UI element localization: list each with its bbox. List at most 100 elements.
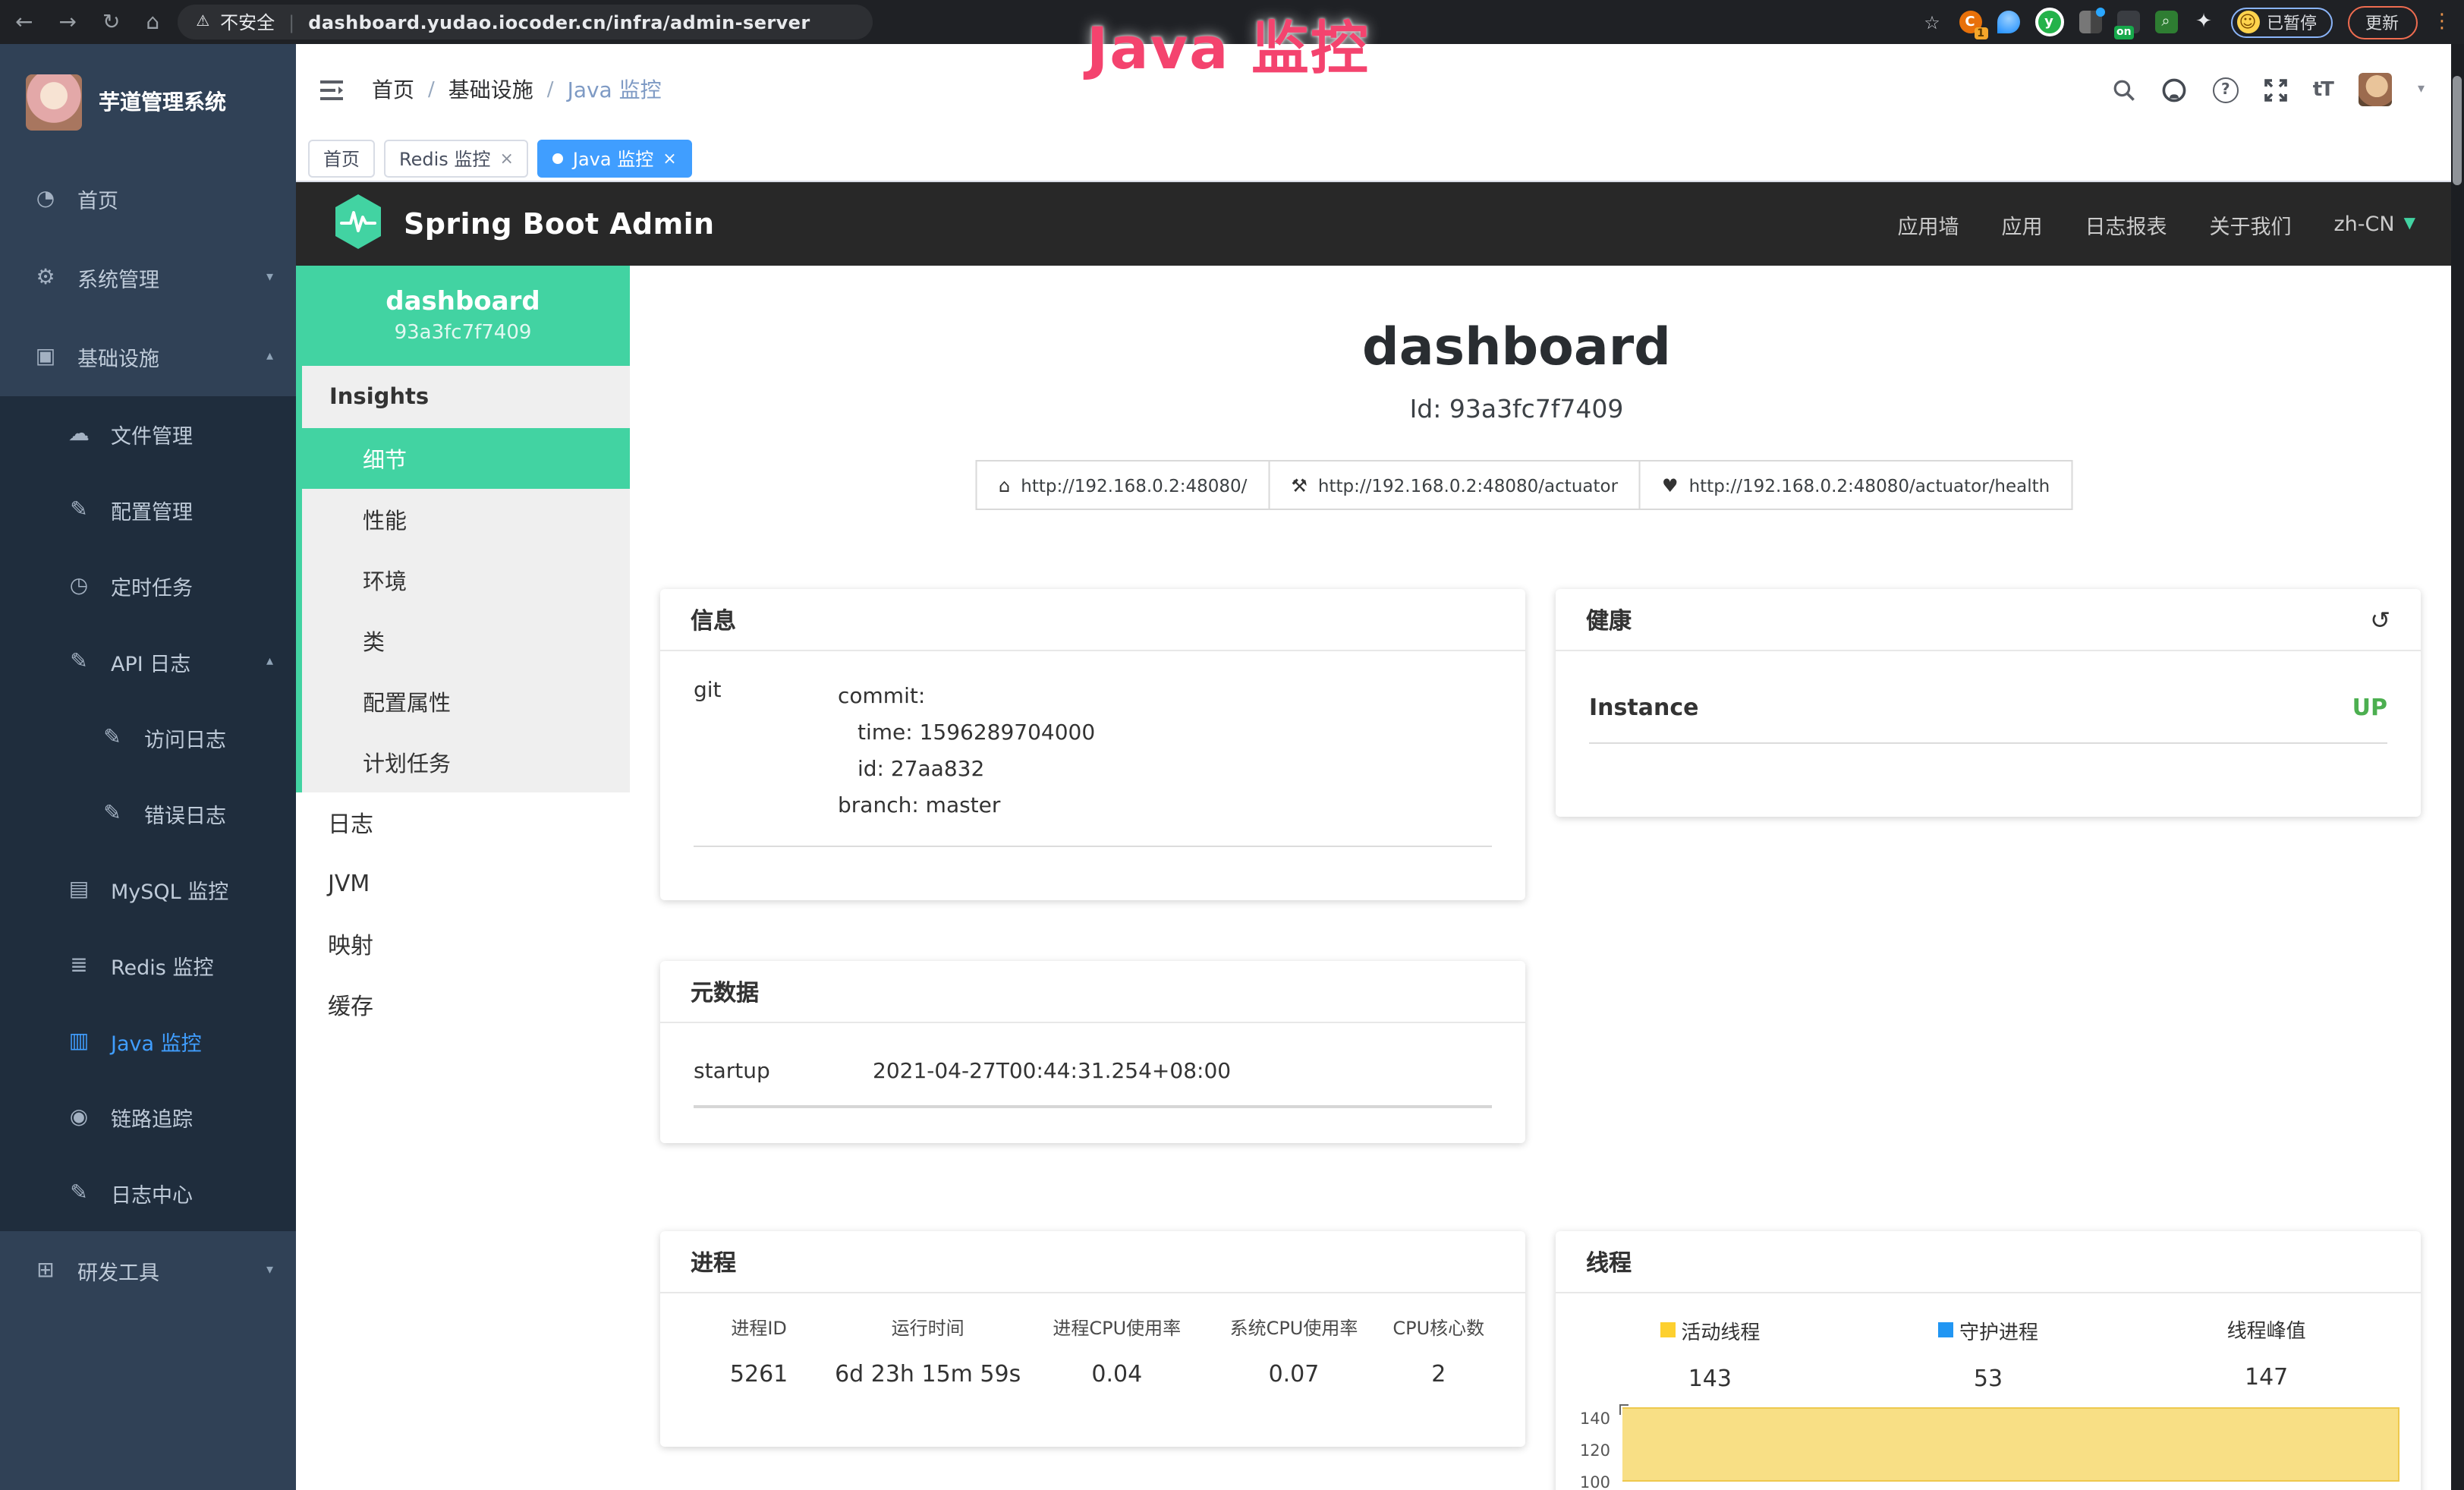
access-log-icon: ✎ [100,726,124,750]
extension-colorzilla-icon[interactable]: C1 [1959,11,1981,33]
sba-nav-wallboard[interactable]: 应用墙 [1898,209,1959,239]
infrastructure-icon: ▣ [33,345,58,369]
sba-menu-caches[interactable]: 缓存 [296,975,630,1035]
main-area: 首页 / 基础设施 / Java 监控 ? [296,44,2464,1490]
sidebar-item-devtools[interactable]: ⊞ 研发工具 ▾ [0,1231,296,1310]
sba-menu-environment[interactable]: 环境 [302,550,630,610]
sidebar-item-mysql-monitor[interactable]: ▤ MySQL 监控 [0,852,296,928]
browser-actions: ☆ C1 y on ⌕ ✦ ☺ 已暂停 更新 ⋮ [1921,5,2464,39]
chevron-down-icon: ▾ [266,1263,273,1278]
breadcrumb-separator: / [547,78,554,101]
address-bar[interactable]: ⚠ 不安全 | dashboard.yudao.iocoder.cn/infra… [178,5,873,39]
git-commit-line: commit: [838,685,925,709]
help-icon[interactable]: ? [2213,77,2239,102]
divider [694,1105,1492,1108]
tab-java-monitor[interactable]: Java 监控 × [538,139,692,177]
app-logo-image [26,74,82,130]
sidebar-item-label: 定时任务 [111,571,193,601]
extension-y-icon[interactable]: y [2034,8,2063,36]
page-scrollbar[interactable] [2450,44,2464,1490]
bookmark-star-icon[interactable]: ☆ [1921,11,1943,33]
breadcrumb-current: Java 监控 [568,74,662,105]
chevron-down-icon: ▾ [266,270,273,285]
sba-menu-jvm[interactable]: JVM [296,853,630,914]
forward-icon[interactable]: → [58,10,76,34]
user-avatar[interactable] [2359,73,2392,106]
app-logo-row[interactable]: 芋道管理系统 [0,44,296,159]
sba-menu-scheduled-tasks[interactable]: 计划任务 [302,732,630,792]
git-time-line: time: 1596289704000 [838,715,1095,751]
wrench-icon: ⚒ [1291,474,1308,496]
sba-locale-select[interactable]: zh-CN ▼ [2334,212,2416,236]
sidebar-item-label: 链路追踪 [111,1102,193,1132]
extension-grid-icon[interactable] [2079,11,2101,33]
github-icon[interactable] [2161,77,2187,102]
not-secure-label: 不安全 [220,9,275,35]
sba-nav-journal[interactable]: 日志报表 [2085,209,2167,239]
actuator-url-link[interactable]: ⚒ http://192.168.0.2:48080/actuator [1268,460,1641,510]
search-icon[interactable] [2113,78,2135,101]
sba-menu-classes[interactable]: 类 [302,610,630,671]
health-url-link[interactable]: ♥ http://192.168.0.2:48080/actuator/heal… [1639,460,2072,510]
sidebar-item-infrastructure[interactable]: ▣ 基础设施 ▴ [0,317,296,396]
home-icon[interactable]: ⌂ [146,10,159,34]
extension-magnifier-icon[interactable]: ⌕ [2154,11,2177,33]
on-badge: on [2113,26,2135,39]
font-size-icon[interactable]: tT [2313,78,2333,101]
back-icon[interactable]: ← [15,10,33,34]
sidebar-item-home[interactable]: ◔ 首页 [0,159,296,238]
sidebar-item-trace[interactable]: ◉ 链路追踪 [0,1079,296,1155]
link-url: http://192.168.0.2:48080/ [1021,474,1247,496]
health-history-icon[interactable]: ↺ [2370,605,2390,634]
legend-label: 守护进程 [1959,1315,2038,1344]
sidebar-item-scheduled-jobs[interactable]: ◷ 定时任务 [0,548,296,624]
sba-menu-metrics[interactable]: 性能 [302,489,630,550]
sba-menu-mappings[interactable]: 映射 [296,914,630,975]
user-caret-down-icon[interactable]: ▾ [2418,82,2425,97]
sba-menu-logging[interactable]: 日志 [296,792,630,853]
reload-icon[interactable]: ↻ [102,10,120,34]
extensions-puzzle-icon[interactable]: ✦ [2192,11,2215,33]
sba-brand[interactable]: Spring Boot Admin [404,207,715,241]
git-branch-line: branch: master [838,794,1000,818]
sidebar-item-java-monitor[interactable]: ▥ Java 监控 [0,1003,296,1079]
scrollbar-thumb[interactable] [2453,76,2462,185]
extension-pin-icon[interactable] [1997,11,2019,33]
sidebar-item-label: Java 监控 [111,1026,202,1057]
spring-boot-admin: Spring Boot Admin 应用墙 应用 日志报表 关于我们 zh-CN… [296,182,2464,1490]
browser-menu-icon[interactable]: ⋮ [2432,11,2452,33]
tab-home[interactable]: 首页 [308,139,375,177]
divider [694,846,1492,847]
sidebar-item-redis-monitor[interactable]: ≣ Redis 监控 [0,928,296,1003]
collapse-sidebar-icon[interactable] [296,78,357,101]
fullscreen-icon[interactable] [2264,78,2287,101]
instance-header[interactable]: dashboard 93a3fc7f7409 [296,266,630,366]
breadcrumb-home[interactable]: 首页 [372,74,414,105]
sidebar-item-system-mgmt[interactable]: ⚙ 系统管理 ▾ [0,238,296,317]
health-instance-row[interactable]: Instance UP [1556,651,2421,721]
sidebar-item-file-mgmt[interactable]: ☁ 文件管理 [0,396,296,472]
chrome-update-button[interactable]: 更新 [2347,5,2417,39]
sba-nav-applications[interactable]: 应用 [2002,209,2043,239]
extension-switch-icon[interactable]: on [2116,11,2139,33]
instance-id-line: Id: 93a3fc7f7409 [630,395,2403,424]
close-tab-icon[interactable]: × [662,148,676,168]
sba-menu-config-props[interactable]: 配置属性 [302,671,630,732]
process-col-pid: 进程ID 5261 [691,1315,827,1388]
profile-paused-pill[interactable]: ☺ 已暂停 [2230,7,2332,37]
sidebar-item-error-logs[interactable]: ✎ 错误日志 [0,776,296,852]
sidebar-item-label: MySQL 监控 [111,874,228,905]
live-threads-area [1622,1407,2399,1481]
close-tab-icon[interactable]: × [499,148,513,168]
breadcrumb-infrastructure[interactable]: 基础设施 [448,74,533,105]
sidebar-item-api-logs[interactable]: ✎ API 日志 ▴ [0,624,296,700]
divider [1589,742,2387,744]
url-text[interactable]: dashboard.yudao.iocoder.cn/infra/admin-s… [308,11,810,33]
tab-redis-monitor[interactable]: Redis 监控 × [384,139,529,177]
sidebar-item-log-center[interactable]: ✎ 日志中心 [0,1155,296,1231]
sidebar-item-access-logs[interactable]: ✎ 访问日志 [0,700,296,776]
sidebar-item-config-mgmt[interactable]: ✎ 配置管理 [0,472,296,548]
service-url-link[interactable]: ⌂ http://192.168.0.2:48080/ [976,460,1270,510]
sba-nav-about[interactable]: 关于我们 [2210,209,2292,239]
sba-menu-details[interactable]: 细节 [296,428,630,489]
